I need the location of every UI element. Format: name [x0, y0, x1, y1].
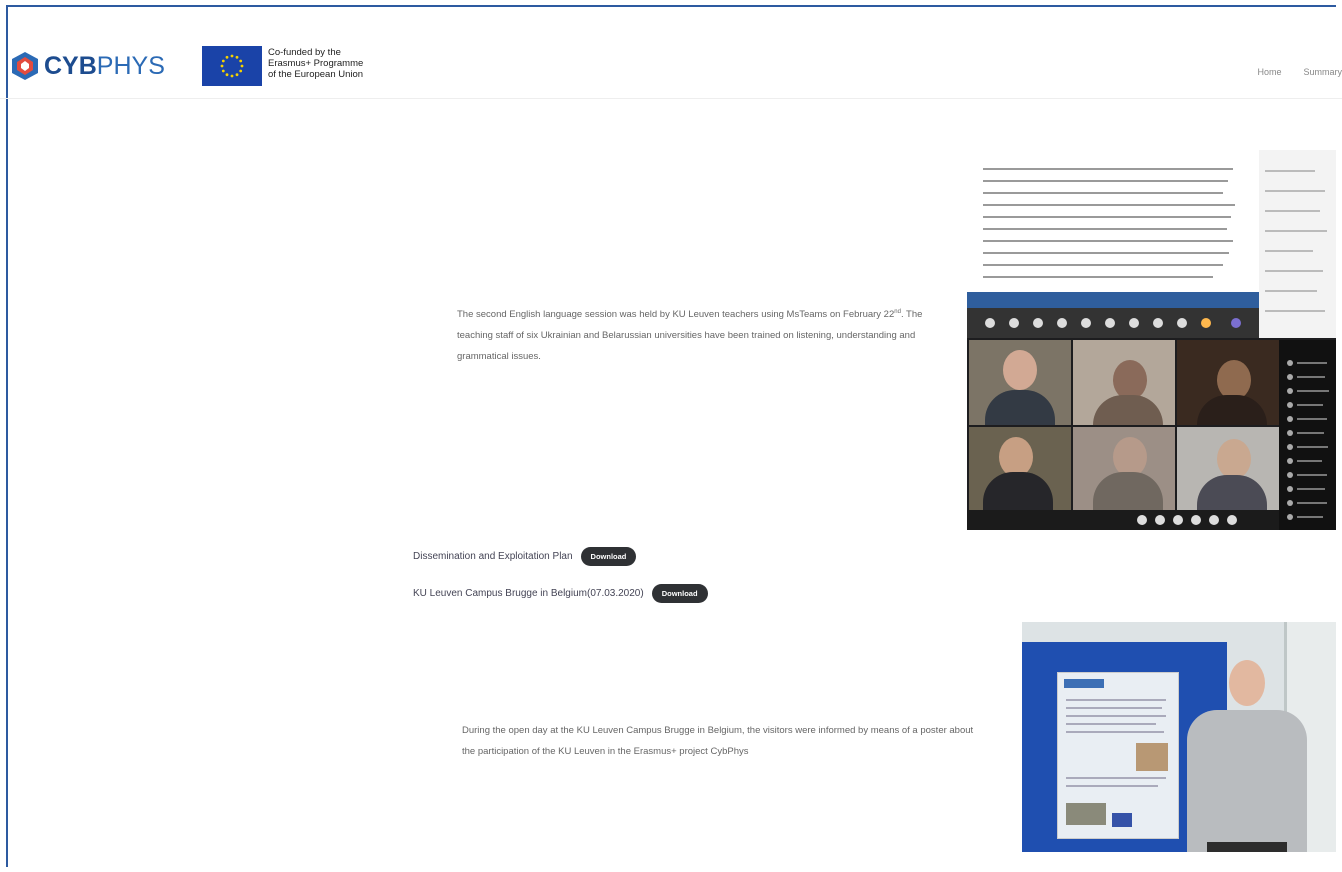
video-tile [969, 340, 1071, 425]
nav-home[interactable]: Home [1257, 67, 1281, 77]
session-text: The second English language session was … [457, 309, 895, 320]
video-tile [969, 427, 1071, 512]
download-row: Dissemination and Exploitation Plan Down… [413, 547, 637, 566]
logo-text-strong: CYB [44, 51, 97, 80]
session-text-sup: nd [894, 308, 901, 315]
nav-summary[interactable]: Summary [1303, 67, 1342, 77]
openday-paragraph: During the open day at the KU Leuven Cam… [462, 725, 974, 757]
download-label[interactable]: Dissemination and Exploitation Plan [413, 551, 573, 562]
comments-panel [1259, 150, 1336, 338]
logo-text-light: PHYS [96, 51, 165, 80]
document-view [967, 150, 1259, 308]
hexagon-logo-icon [10, 51, 40, 81]
video-tile [1073, 427, 1175, 512]
video-tile [1073, 340, 1175, 425]
participants-list [1279, 340, 1336, 530]
eu-text-line: of the European Union [268, 69, 364, 80]
logo-wordmark: CYBPHYS [44, 52, 165, 81]
meeting-bottom-bar [967, 510, 1279, 530]
cybphys-logo[interactable]: CYBPHYS [10, 46, 190, 86]
video-tile [1177, 427, 1279, 512]
download-button[interactable]: Download [651, 584, 708, 603]
msteams-session-image [967, 150, 1336, 530]
poster [1057, 672, 1179, 839]
main-nav: Home Summary [1257, 67, 1342, 77]
eu-flag-icon [202, 46, 262, 86]
person [1177, 652, 1317, 852]
site-header: CYBPHYS Co-funded by the Erasmus+ Progra… [0, 40, 1342, 99]
eu-text-line: Co-funded by the [268, 47, 341, 58]
meeting-toolbar [967, 308, 1259, 338]
eu-funding-text: Co-funded by the Erasmus+ Programme of t… [268, 47, 363, 80]
session-paragraph: The second English language session was … [457, 304, 927, 367]
download-row: KU Leuven Campus Brugge in Belgium(07.03… [413, 584, 708, 603]
download-label[interactable]: KU Leuven Campus Brugge in Belgium(07.03… [413, 588, 644, 599]
download-button[interactable]: Download [580, 547, 637, 566]
video-tile [1177, 340, 1279, 425]
eu-text-line: Erasmus+ Programme [268, 58, 364, 69]
poster-photo-image [1022, 622, 1336, 852]
